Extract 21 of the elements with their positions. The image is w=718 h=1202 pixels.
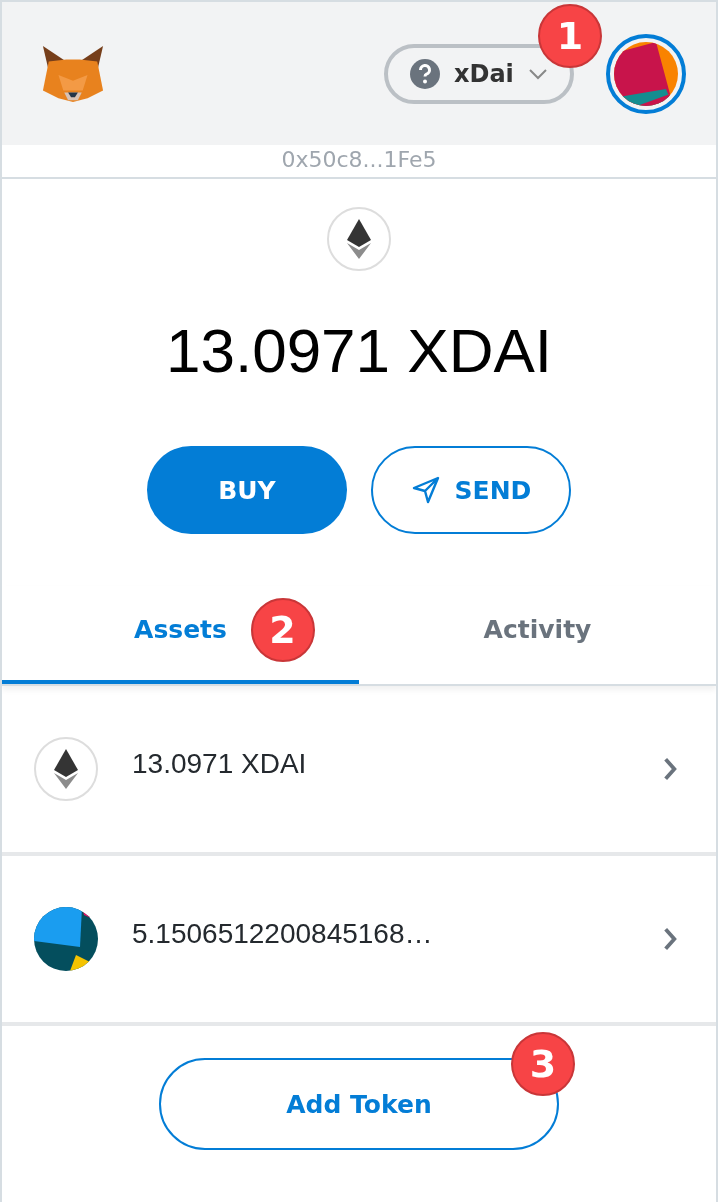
action-button[interactable]: BUY [147,446,347,534]
asset-amount: 5.1506512200845168… [132,918,433,950]
send-icon [410,475,441,505]
account-address[interactable]: 0x50c8...1Fe5 [281,147,437,173]
caret-icon [528,67,548,80]
help-icon [410,58,440,89]
action-button[interactable]: SEND [371,446,571,534]
chevron-right-icon [662,926,678,952]
ether-icon [327,207,391,271]
account-avatar-icon[interactable] [606,33,686,114]
tab[interactable]: Activity [359,586,716,684]
asset-row[interactable]: 13.0971 XDAI [2,686,716,856]
ether-icon [34,737,98,801]
asset-row[interactable]: 5.1506512200845168… [2,856,716,1026]
step-badge: 3 [511,1032,575,1096]
tab[interactable]: Assets 2 [2,586,359,684]
balance-amount: 13.0971 XDAI [165,315,552,386]
step-badge: 1 [538,3,602,68]
step-badge: 2 [250,598,315,662]
asset-amount: 13.0971 XDAI [132,748,307,780]
chevron-right-icon [662,756,678,782]
